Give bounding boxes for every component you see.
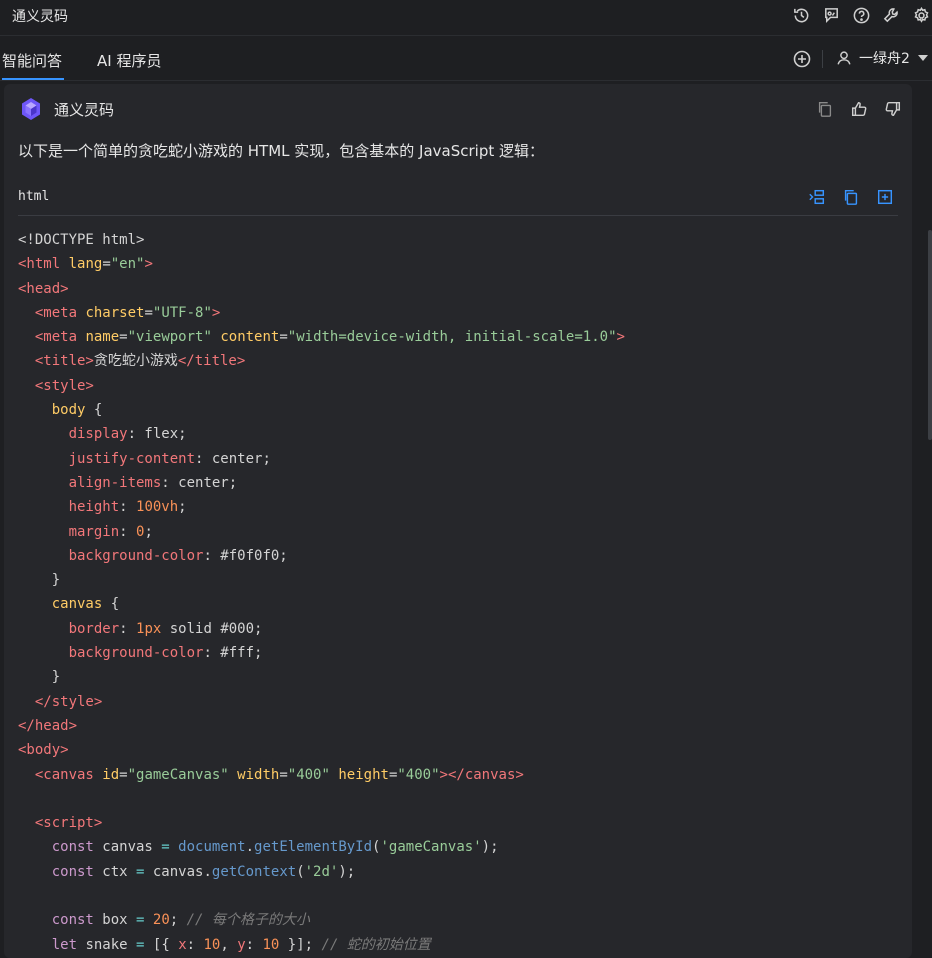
- sender-name: 通义灵码: [54, 100, 115, 119]
- copy-code-icon[interactable]: [842, 188, 860, 206]
- user-menu[interactable]: 一绿舟2: [835, 48, 928, 68]
- code-line: <style>: [18, 377, 94, 394]
- code-line: background-color: #fff;: [18, 645, 263, 662]
- code-line: <title>贪吃蛇小游戏</title>: [18, 353, 246, 370]
- message-header: 通义灵码: [18, 96, 114, 122]
- window-title: 通义灵码: [12, 9, 68, 25]
- new-file-icon[interactable]: [876, 188, 894, 206]
- code-line: align-items: center;: [18, 474, 238, 491]
- code-line: display: flex;: [18, 426, 187, 443]
- tab-smart-qa[interactable]: 智能问答: [2, 50, 65, 80]
- code-line: <body>: [18, 742, 69, 759]
- code-line: <canvas id="gameCanvas" width="400" heig…: [18, 766, 524, 783]
- code-line: border: 1px solid #000;: [18, 620, 263, 637]
- insert-code-icon[interactable]: [808, 188, 826, 206]
- code-line: <html lang="en">: [18, 256, 153, 273]
- thumbs-down-icon[interactable]: [884, 100, 902, 118]
- code-line: const box = 20; // 每个格子的大小: [18, 912, 310, 929]
- help-icon[interactable]: [850, 4, 872, 26]
- code-line: justify-content: center;: [18, 450, 271, 467]
- code-line: }: [18, 669, 61, 686]
- chevron-down-icon: [917, 55, 928, 61]
- title-bar: 通义灵码: [0, 0, 932, 36]
- code-content: <!DOCTYPE html> <html lang="en"> <head> …: [18, 228, 625, 957]
- gear-icon[interactable]: [910, 4, 932, 26]
- assistant-message: 通义灵码 以下是一个简单的贪吃蛇小游戏的 HTML 实现，包含基本的 JavaS…: [4, 84, 912, 958]
- history-icon[interactable]: [790, 4, 812, 26]
- user-icon: [837, 51, 851, 65]
- user-name: 一绿舟2: [859, 51, 910, 67]
- code-line: <script>: [18, 815, 103, 832]
- scrollbar[interactable]: [928, 230, 932, 440]
- code-line: <meta charset="UTF-8">: [18, 304, 221, 321]
- tab-bar: 智能问答 AI 程序员 一绿舟2: [0, 37, 932, 81]
- copy-icon[interactable]: [816, 100, 834, 118]
- code-line: margin: 0;: [18, 523, 153, 540]
- message-intro: 以下是一个简单的贪吃蛇小游戏的 HTML 实现，包含基本的 JavaScript…: [18, 142, 545, 160]
- tongyi-logo-icon: [22, 98, 40, 120]
- message-actions: [816, 100, 902, 118]
- wrench-icon[interactable]: [880, 4, 902, 26]
- code-language: html: [18, 189, 50, 204]
- code-block-header: html: [18, 176, 898, 216]
- feedback-icon[interactable]: [820, 4, 842, 26]
- code-line: <meta name="viewport" content="width=dev…: [18, 329, 625, 346]
- code-line: body {: [18, 402, 103, 419]
- code-line: }: [18, 572, 61, 589]
- tab-ai-programmer[interactable]: AI 程序员: [97, 50, 161, 71]
- code-actions: [808, 188, 894, 206]
- thumbs-up-icon[interactable]: [850, 100, 868, 118]
- code-line: </style>: [18, 693, 103, 710]
- code-line: height: 100vh;: [18, 499, 187, 516]
- divider: [822, 50, 823, 68]
- code-block: html <!DOCTYPE html> <html lang="en"> <h…: [18, 176, 898, 958]
- code-line: <head>: [18, 280, 69, 297]
- code-line: const ctx = canvas.getContext('2d');: [18, 863, 356, 880]
- code-line: canvas {: [18, 596, 120, 613]
- new-chat-icon[interactable]: [792, 49, 812, 69]
- code-line: const canvas = document.getElementById('…: [18, 839, 499, 856]
- code-line: background-color: #f0f0f0;: [18, 547, 288, 564]
- title-bar-actions: [790, 4, 932, 26]
- code-line: <!DOCTYPE html>: [18, 232, 145, 248]
- code-line: let snake = [{ x: 10, y: 10 }]; // 蛇的初始位…: [18, 936, 431, 953]
- code-line: </head>: [18, 717, 78, 734]
